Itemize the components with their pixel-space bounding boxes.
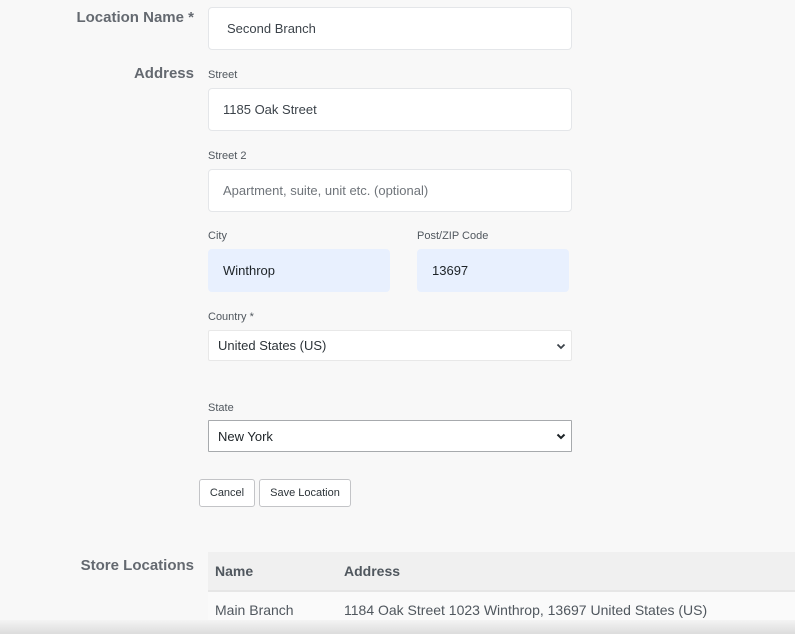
state-selected-value: New York (218, 428, 273, 444)
store-locations-table: Name Address Main Branch 1184 Oak Street… (208, 552, 795, 628)
city-input[interactable]: Winthrop (208, 249, 390, 292)
street2-input[interactable]: Apartment, suite, unit etc. (optional) (208, 169, 572, 212)
save-location-button[interactable]: Save Location (259, 479, 351, 507)
table-header: Name Address (208, 552, 795, 592)
street2-label: Street 2 (208, 150, 247, 162)
postcode-label: Post/ZIP Code (417, 230, 489, 242)
country-label: Country * (208, 311, 254, 323)
column-header-address: Address (344, 563, 401, 579)
chevron-down-icon (556, 433, 566, 440)
city-label: City (208, 230, 227, 242)
location-name-input[interactable]: Second Branch (208, 7, 572, 50)
street-input[interactable]: 1185 Oak Street (208, 88, 572, 131)
address-label: Address (133, 65, 194, 82)
country-select[interactable]: United States (US) (208, 330, 572, 361)
column-header-name: Name (215, 563, 254, 579)
postcode-input[interactable]: 13697 (417, 249, 569, 292)
country-selected-value: United States (US) (218, 338, 327, 353)
state-label: State (208, 402, 234, 414)
chevron-down-icon (556, 343, 566, 349)
location-name-label: Location Name * (76, 9, 194, 26)
cancel-button[interactable]: Cancel (199, 479, 255, 507)
window-bottom-edge (0, 620, 795, 634)
store-locations-label: Store Locations (80, 557, 194, 574)
state-select[interactable]: New York (208, 420, 572, 452)
street-label: Street (208, 69, 238, 81)
location-name-cell: Main Branch (215, 602, 294, 618)
location-address-cell: 1184 Oak Street 1023 Winthrop, 13697 Uni… (344, 602, 708, 618)
